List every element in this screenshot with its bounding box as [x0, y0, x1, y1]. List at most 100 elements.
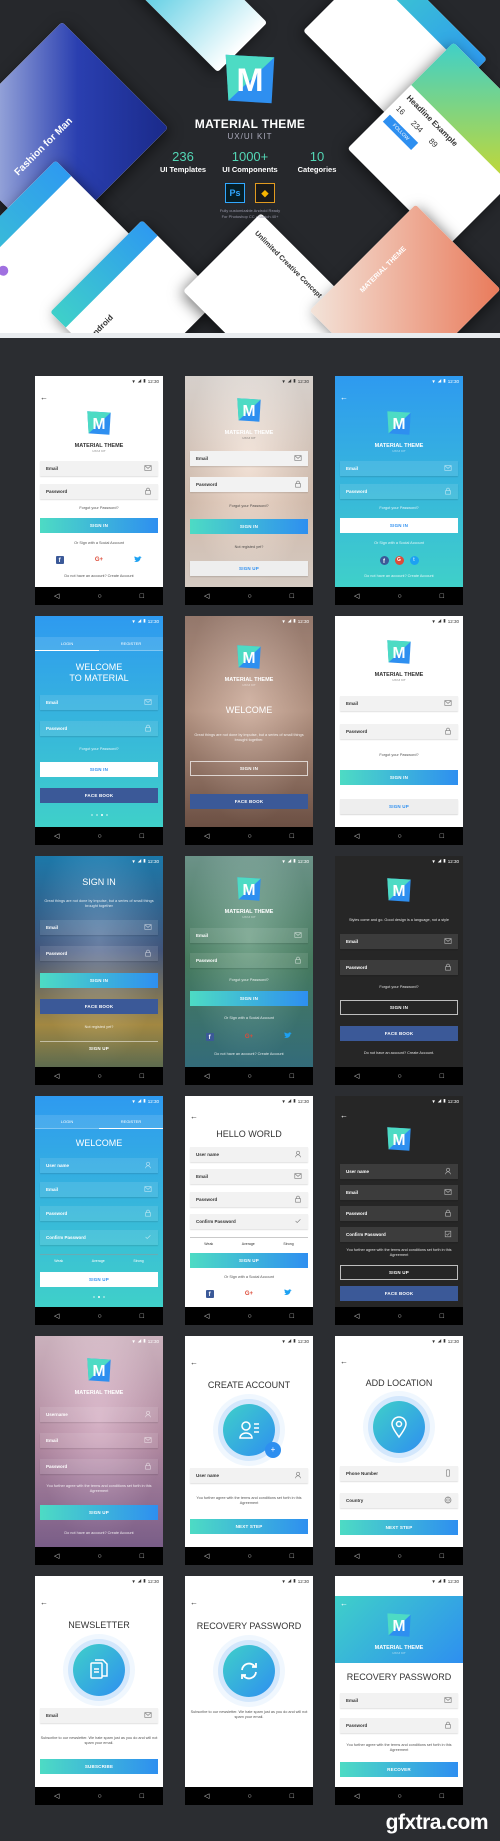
page-dot[interactable] — [100, 814, 103, 816]
back-arrow-icon[interactable]: ← — [340, 1599, 458, 1608]
forgot-password-link[interactable]: Forgot your Password? — [340, 985, 458, 989]
forgot-password-link[interactable]: Forgot your Password? — [190, 978, 308, 982]
country-field[interactable]: Country — [340, 1492, 458, 1508]
user-name-field[interactable]: User name — [40, 1158, 158, 1173]
sign-in-button[interactable]: SIGN IN — [340, 518, 458, 534]
recover-button[interactable]: RECOVER — [340, 1762, 458, 1778]
home-nav-icon[interactable]: ○ — [397, 833, 401, 840]
google-plus-icon[interactable]: G+ — [95, 557, 103, 563]
password-field[interactable]: Password — [340, 959, 458, 975]
username-field[interactable]: Username — [40, 1406, 158, 1422]
page-dot[interactable] — [90, 814, 93, 816]
back-arrow-icon[interactable]: ← — [190, 1599, 308, 1607]
recents-nav-icon[interactable]: □ — [290, 593, 294, 600]
sign-up-button[interactable]: SIGN UP — [40, 1040, 158, 1056]
confirm-password-field[interactable]: Confirm Password — [340, 1227, 458, 1243]
home-nav-icon[interactable]: ○ — [247, 1553, 251, 1560]
back-nav-icon[interactable]: ◁ — [204, 592, 209, 600]
google-plus-icon[interactable]: G+ — [245, 1291, 253, 1297]
recents-nav-icon[interactable]: □ — [140, 833, 144, 840]
email-field[interactable]: Email — [190, 928, 308, 944]
recents-nav-icon[interactable]: □ — [140, 1553, 144, 1560]
recents-nav-icon[interactable]: □ — [290, 1553, 294, 1560]
facebook-icon[interactable]: f — [55, 556, 64, 565]
recents-nav-icon[interactable]: □ — [440, 1073, 444, 1080]
sign-in-button[interactable]: SIGN IN — [190, 761, 308, 777]
recents-nav-icon[interactable]: □ — [440, 1793, 444, 1800]
back-nav-icon[interactable]: ◁ — [354, 592, 359, 600]
page-dot[interactable] — [93, 1296, 95, 1298]
password-field[interactable]: Password — [40, 1206, 158, 1221]
back-nav-icon[interactable]: ◁ — [204, 1552, 209, 1560]
email-field[interactable]: Email — [340, 1184, 458, 1200]
add-photo-button[interactable]: + — [265, 1441, 281, 1458]
twitter-icon[interactable] — [284, 1032, 293, 1041]
user-name-field[interactable]: User name — [190, 1147, 308, 1163]
home-nav-icon[interactable]: ○ — [397, 1073, 401, 1080]
home-nav-icon[interactable]: ○ — [247, 1793, 251, 1800]
home-nav-icon[interactable]: ○ — [97, 1073, 101, 1080]
email-field[interactable]: Email — [340, 1693, 458, 1709]
recents-nav-icon[interactable]: □ — [290, 1313, 294, 1320]
back-nav-icon[interactable]: ◁ — [354, 1072, 359, 1080]
recents-nav-icon[interactable]: □ — [290, 833, 294, 840]
home-nav-icon[interactable]: ○ — [97, 1793, 101, 1800]
next-step-button[interactable]: NEXT STEP — [340, 1519, 458, 1535]
back-nav-icon[interactable]: ◁ — [204, 1072, 209, 1080]
password-field[interactable]: Password — [40, 1458, 158, 1474]
forgot-password-link[interactable]: Forgot your Password? — [40, 747, 158, 751]
email-field[interactable]: Email — [40, 460, 158, 476]
home-nav-icon[interactable]: ○ — [97, 1553, 101, 1560]
sign-up-button[interactable]: SIGN UP — [340, 1264, 458, 1280]
sign-in-button[interactable]: SIGN IN — [190, 991, 308, 1007]
back-arrow-icon[interactable]: ← — [340, 1358, 458, 1366]
password-field[interactable]: Password — [190, 1191, 308, 1207]
page-dot[interactable] — [98, 1296, 100, 1298]
google-plus-icon[interactable]: G+ — [245, 1034, 253, 1040]
home-nav-icon[interactable]: ○ — [97, 1313, 101, 1320]
home-nav-icon[interactable]: ○ — [247, 593, 251, 600]
password-field[interactable]: Password — [340, 1717, 458, 1733]
page-dot[interactable] — [95, 814, 98, 816]
user-name-field[interactable]: User name — [190, 1468, 308, 1484]
back-arrow-icon[interactable]: ← — [190, 1113, 308, 1121]
sign-in-button[interactable]: SIGN IN — [340, 770, 458, 786]
back-nav-icon[interactable]: ◁ — [354, 1312, 359, 1320]
twitter-icon[interactable]: t — [409, 555, 419, 565]
sign-up-button[interactable]: SIGN UP — [40, 1505, 158, 1521]
back-nav-icon[interactable]: ◁ — [204, 1792, 209, 1800]
recents-nav-icon[interactable]: □ — [140, 1313, 144, 1320]
email-field[interactable]: Email — [340, 695, 458, 711]
home-nav-icon[interactable]: ○ — [247, 1313, 251, 1320]
email-field[interactable]: Email — [190, 1169, 308, 1185]
recents-nav-icon[interactable]: □ — [440, 593, 444, 600]
user-name-field[interactable]: User name — [340, 1163, 458, 1179]
tab-register[interactable]: REGISTER — [99, 1115, 163, 1129]
sign-up-button[interactable]: SIGN UP — [190, 1252, 308, 1268]
back-nav-icon[interactable]: ◁ — [54, 1312, 59, 1320]
sign-up-button[interactable]: SIGN UP — [40, 1272, 158, 1287]
next-step-button[interactable]: NEXT STEP — [190, 1519, 308, 1535]
subscribe-button[interactable]: SUBSCRIBE — [40, 1759, 158, 1775]
email-field[interactable]: Email — [40, 695, 158, 710]
email-field[interactable]: Email — [40, 1182, 158, 1197]
back-arrow-icon[interactable]: ← — [190, 1358, 308, 1367]
home-nav-icon[interactable]: ○ — [397, 1793, 401, 1800]
tab-login[interactable]: LOGIN — [35, 1115, 99, 1129]
sign-in-button[interactable]: SIGN IN — [190, 518, 308, 534]
email-field[interactable]: Email — [40, 1708, 158, 1724]
back-arrow-icon[interactable]: ← — [40, 1598, 158, 1607]
face-book-button[interactable]: FACE BOOK — [340, 1025, 458, 1041]
sign-in-button[interactable]: SIGN IN — [40, 762, 158, 777]
back-nav-icon[interactable]: ◁ — [354, 1792, 359, 1800]
tab-login[interactable]: LOGIN — [35, 637, 99, 651]
twitter-icon[interactable] — [134, 555, 143, 565]
recents-nav-icon[interactable]: □ — [440, 1313, 444, 1320]
back-nav-icon[interactable]: ◁ — [54, 1792, 59, 1800]
sign-up-button[interactable]: SIGN UP — [340, 798, 458, 814]
confirm-password-field[interactable]: Confirm Password — [190, 1214, 308, 1230]
password-field[interactable]: Password — [340, 483, 458, 499]
facebook-icon[interactable]: f — [205, 1032, 214, 1041]
back-arrow-icon[interactable]: ← — [40, 393, 158, 402]
page-dot[interactable] — [103, 1296, 105, 1298]
